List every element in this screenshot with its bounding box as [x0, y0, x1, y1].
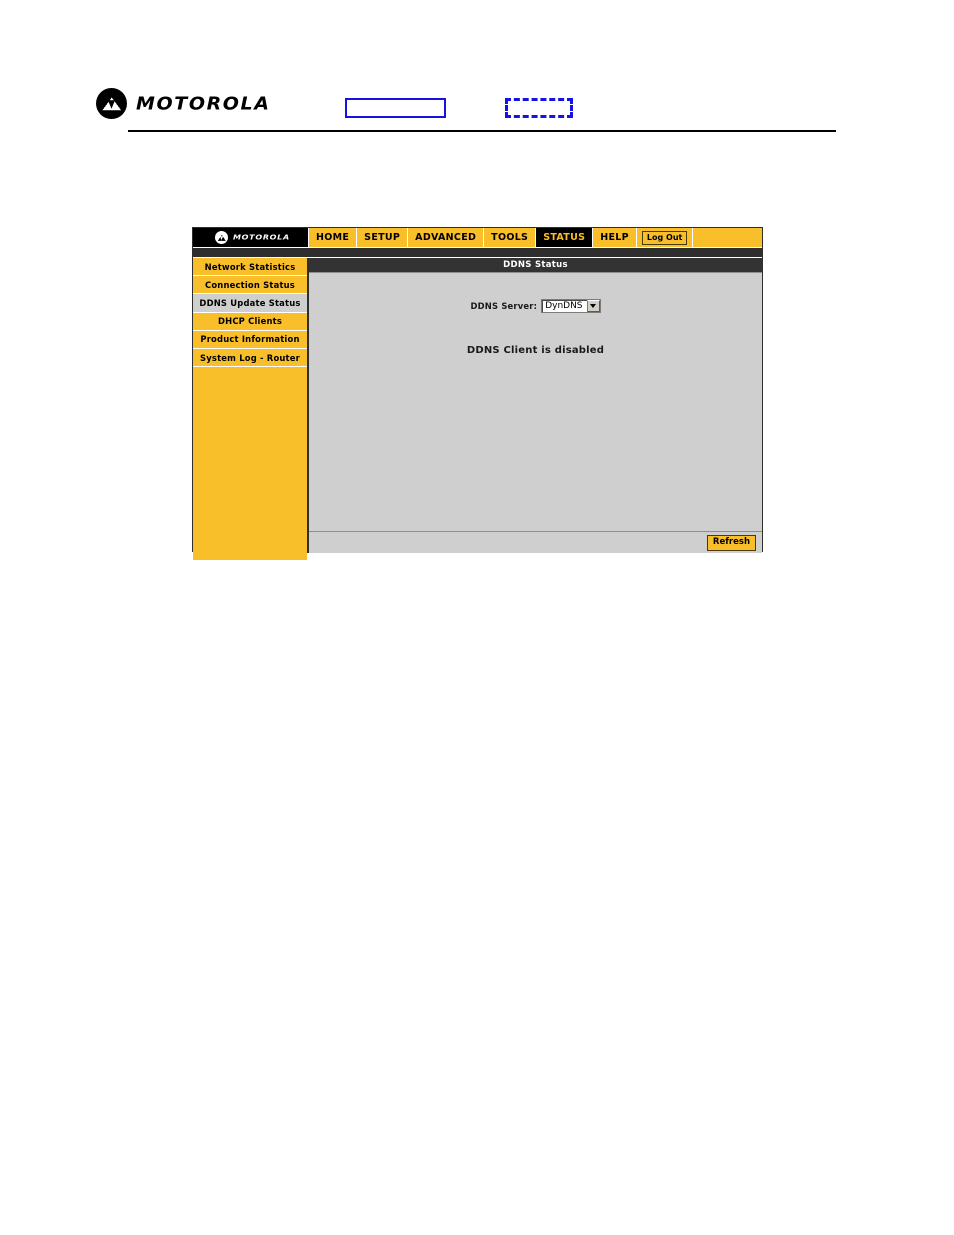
main-navigation-bar: MOTOROLA HOME SETUP ADVANCED TOOLS STATU…	[193, 228, 762, 247]
nav-motorola-logo: MOTOROLA	[193, 228, 308, 247]
chevron-down-icon[interactable]	[586, 300, 600, 312]
nav-motorola-wordmark: MOTOROLA	[233, 233, 290, 242]
ddns-server-label: DDNS Server:	[470, 301, 538, 311]
motorola-batwing-icon	[215, 231, 228, 244]
nav-tab-advanced[interactable]: ADVANCED	[407, 228, 484, 247]
motorola-batwing-icon	[96, 88, 127, 119]
nav-tab-setup[interactable]: SETUP	[356, 228, 408, 247]
status-sidebar: Network Statistics Connection Status DDN…	[193, 258, 308, 561]
router-body: Network Statistics Connection Status DDN…	[193, 257, 762, 561]
nav-logout-cell: Log Out	[635, 228, 693, 247]
content-title-bar: DDNS Status	[309, 258, 762, 272]
ddns-server-select[interactable]: DynDNS	[541, 299, 601, 313]
content-footer: Refresh	[309, 531, 762, 553]
sidebar-item-product-information[interactable]: Product Information	[193, 330, 307, 349]
sidebar-empty-area	[193, 367, 307, 561]
router-admin-window: MOTOROLA HOME SETUP ADVANCED TOOLS STATU…	[192, 227, 763, 561]
ddns-status-message: DDNS Client is disabled	[466, 345, 605, 356]
sidebar-item-ddns-update-status[interactable]: DDNS Update Status	[193, 294, 307, 313]
motorola-brand-logo: MOTOROLA	[96, 88, 271, 119]
content-main-area: DDNS Server: DynDNS DDNS Client is disab…	[309, 272, 762, 531]
sidebar-item-connection-status[interactable]: Connection Status	[193, 276, 307, 295]
header-placeholder-box-dashed	[505, 98, 573, 118]
sidebar-item-system-log-router[interactable]: System Log - Router	[193, 348, 307, 368]
nav-tab-tools[interactable]: TOOLS	[483, 228, 536, 247]
document-header: MOTOROLA	[0, 0, 954, 140]
sidebar-item-network-statistics[interactable]: Network Statistics	[193, 258, 307, 277]
nav-tab-home[interactable]: HOME	[308, 228, 357, 247]
nav-spacer-band	[193, 247, 762, 257]
nav-tab-status[interactable]: STATUS	[535, 228, 593, 247]
header-divider-rule	[128, 130, 836, 132]
log-out-button[interactable]: Log Out	[641, 230, 688, 245]
ddns-server-selected-value: DynDNS	[545, 301, 583, 311]
motorola-wordmark: MOTOROLA	[136, 93, 271, 114]
nav-filler	[692, 228, 762, 247]
content-panel: DDNS Status DDNS Server: DynDNS DDNS Cli…	[308, 258, 762, 553]
refresh-button[interactable]: Refresh	[706, 534, 756, 551]
sidebar-item-dhcp-clients[interactable]: DHCP Clients	[193, 312, 307, 331]
header-placeholder-box-solid	[345, 98, 446, 118]
nav-tab-help[interactable]: HELP	[592, 228, 636, 247]
ddns-server-field-row: DDNS Server: DynDNS	[309, 299, 762, 313]
